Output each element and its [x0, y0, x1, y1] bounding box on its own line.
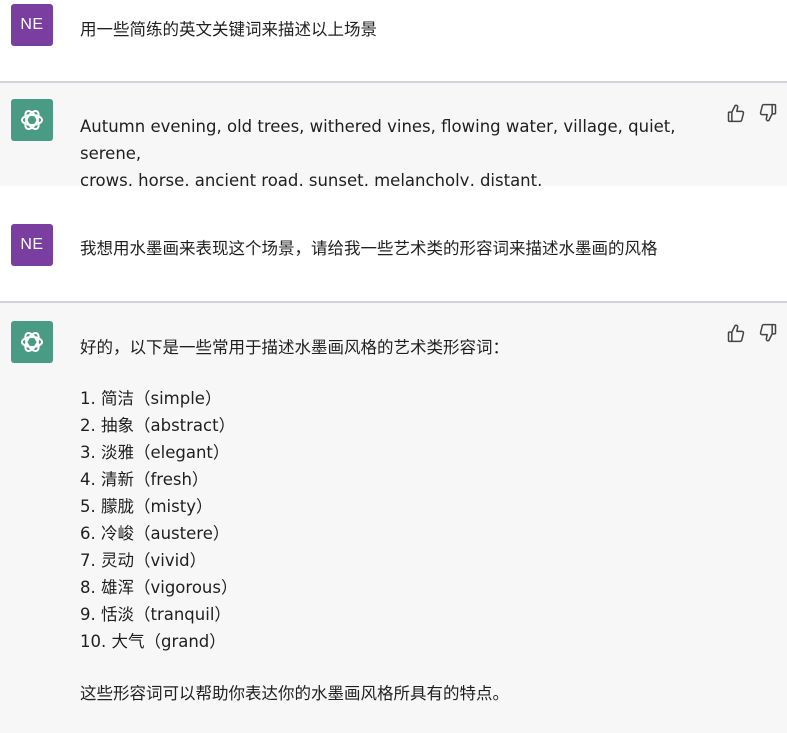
list-item: 5. 朦胧（misty） [80, 497, 213, 516]
openai-logo-icon [21, 109, 43, 131]
list-item: 8. 雄浑（vigorous） [80, 578, 238, 597]
assistant-message-1: Autumn evening, old trees, withered vine… [0, 83, 787, 190]
feedback-buttons [726, 323, 778, 343]
assistant-intro: 好的，以下是一些常用于描述水墨画风格的艺术类形容词： [80, 338, 509, 357]
assistant-avatar [11, 99, 53, 141]
assistant-outro: 这些形容词可以帮助你表达你的水墨画风格所具有的特点。 [80, 684, 509, 703]
assistant-message-text: Autumn evening, old trees, withered vine… [80, 113, 697, 194]
assistant-line: Autumn evening, old trees, withered vine… [80, 117, 676, 163]
list-item: 1. 简洁（simple） [80, 389, 222, 408]
list-item: 4. 清新（fresh） [80, 470, 209, 489]
adjective-list: 1. 简洁（simple） 2. 抽象（abstract） 3. 淡雅（eleg… [80, 385, 697, 655]
list-item: 2. 抽象（abstract） [80, 416, 236, 435]
user-avatar: NE [11, 4, 53, 46]
assistant-avatar [11, 321, 53, 363]
thumbs-down-icon[interactable] [758, 323, 778, 343]
thumbs-up-icon[interactable] [726, 323, 746, 343]
user-message-text: 用一些简练的英文关键词来描述以上场景 [80, 20, 377, 39]
user-avatar: NE [11, 224, 53, 266]
list-item: 7. 灵动（vivid） [80, 551, 207, 570]
list-item: 10. 大气（grand） [80, 632, 226, 651]
assistant-message-2: 好的，以下是一些常用于描述水墨画风格的艺术类形容词： 1. 简洁（simple）… [0, 303, 787, 733]
thumbs-up-icon[interactable] [726, 103, 746, 123]
user-message-2: NE 我想用水墨画来表现这个场景，请给我一些艺术类的形容词来描述水墨画的风格 [0, 186, 787, 301]
feedback-buttons [726, 103, 778, 123]
user-message-text: 我想用水墨画来表现这个场景，请给我一些艺术类的形容词来描述水墨画的风格 [80, 239, 658, 258]
openai-logo-icon [21, 331, 43, 353]
user-message-1: NE 用一些简练的英文关键词来描述以上场景 [0, 0, 787, 81]
list-item: 9. 恬淡（tranquil） [80, 605, 231, 624]
list-item: 6. 冷峻（austere） [80, 524, 230, 543]
list-item: 3. 淡雅（elegant） [80, 443, 230, 462]
thumbs-down-icon[interactable] [758, 103, 778, 123]
